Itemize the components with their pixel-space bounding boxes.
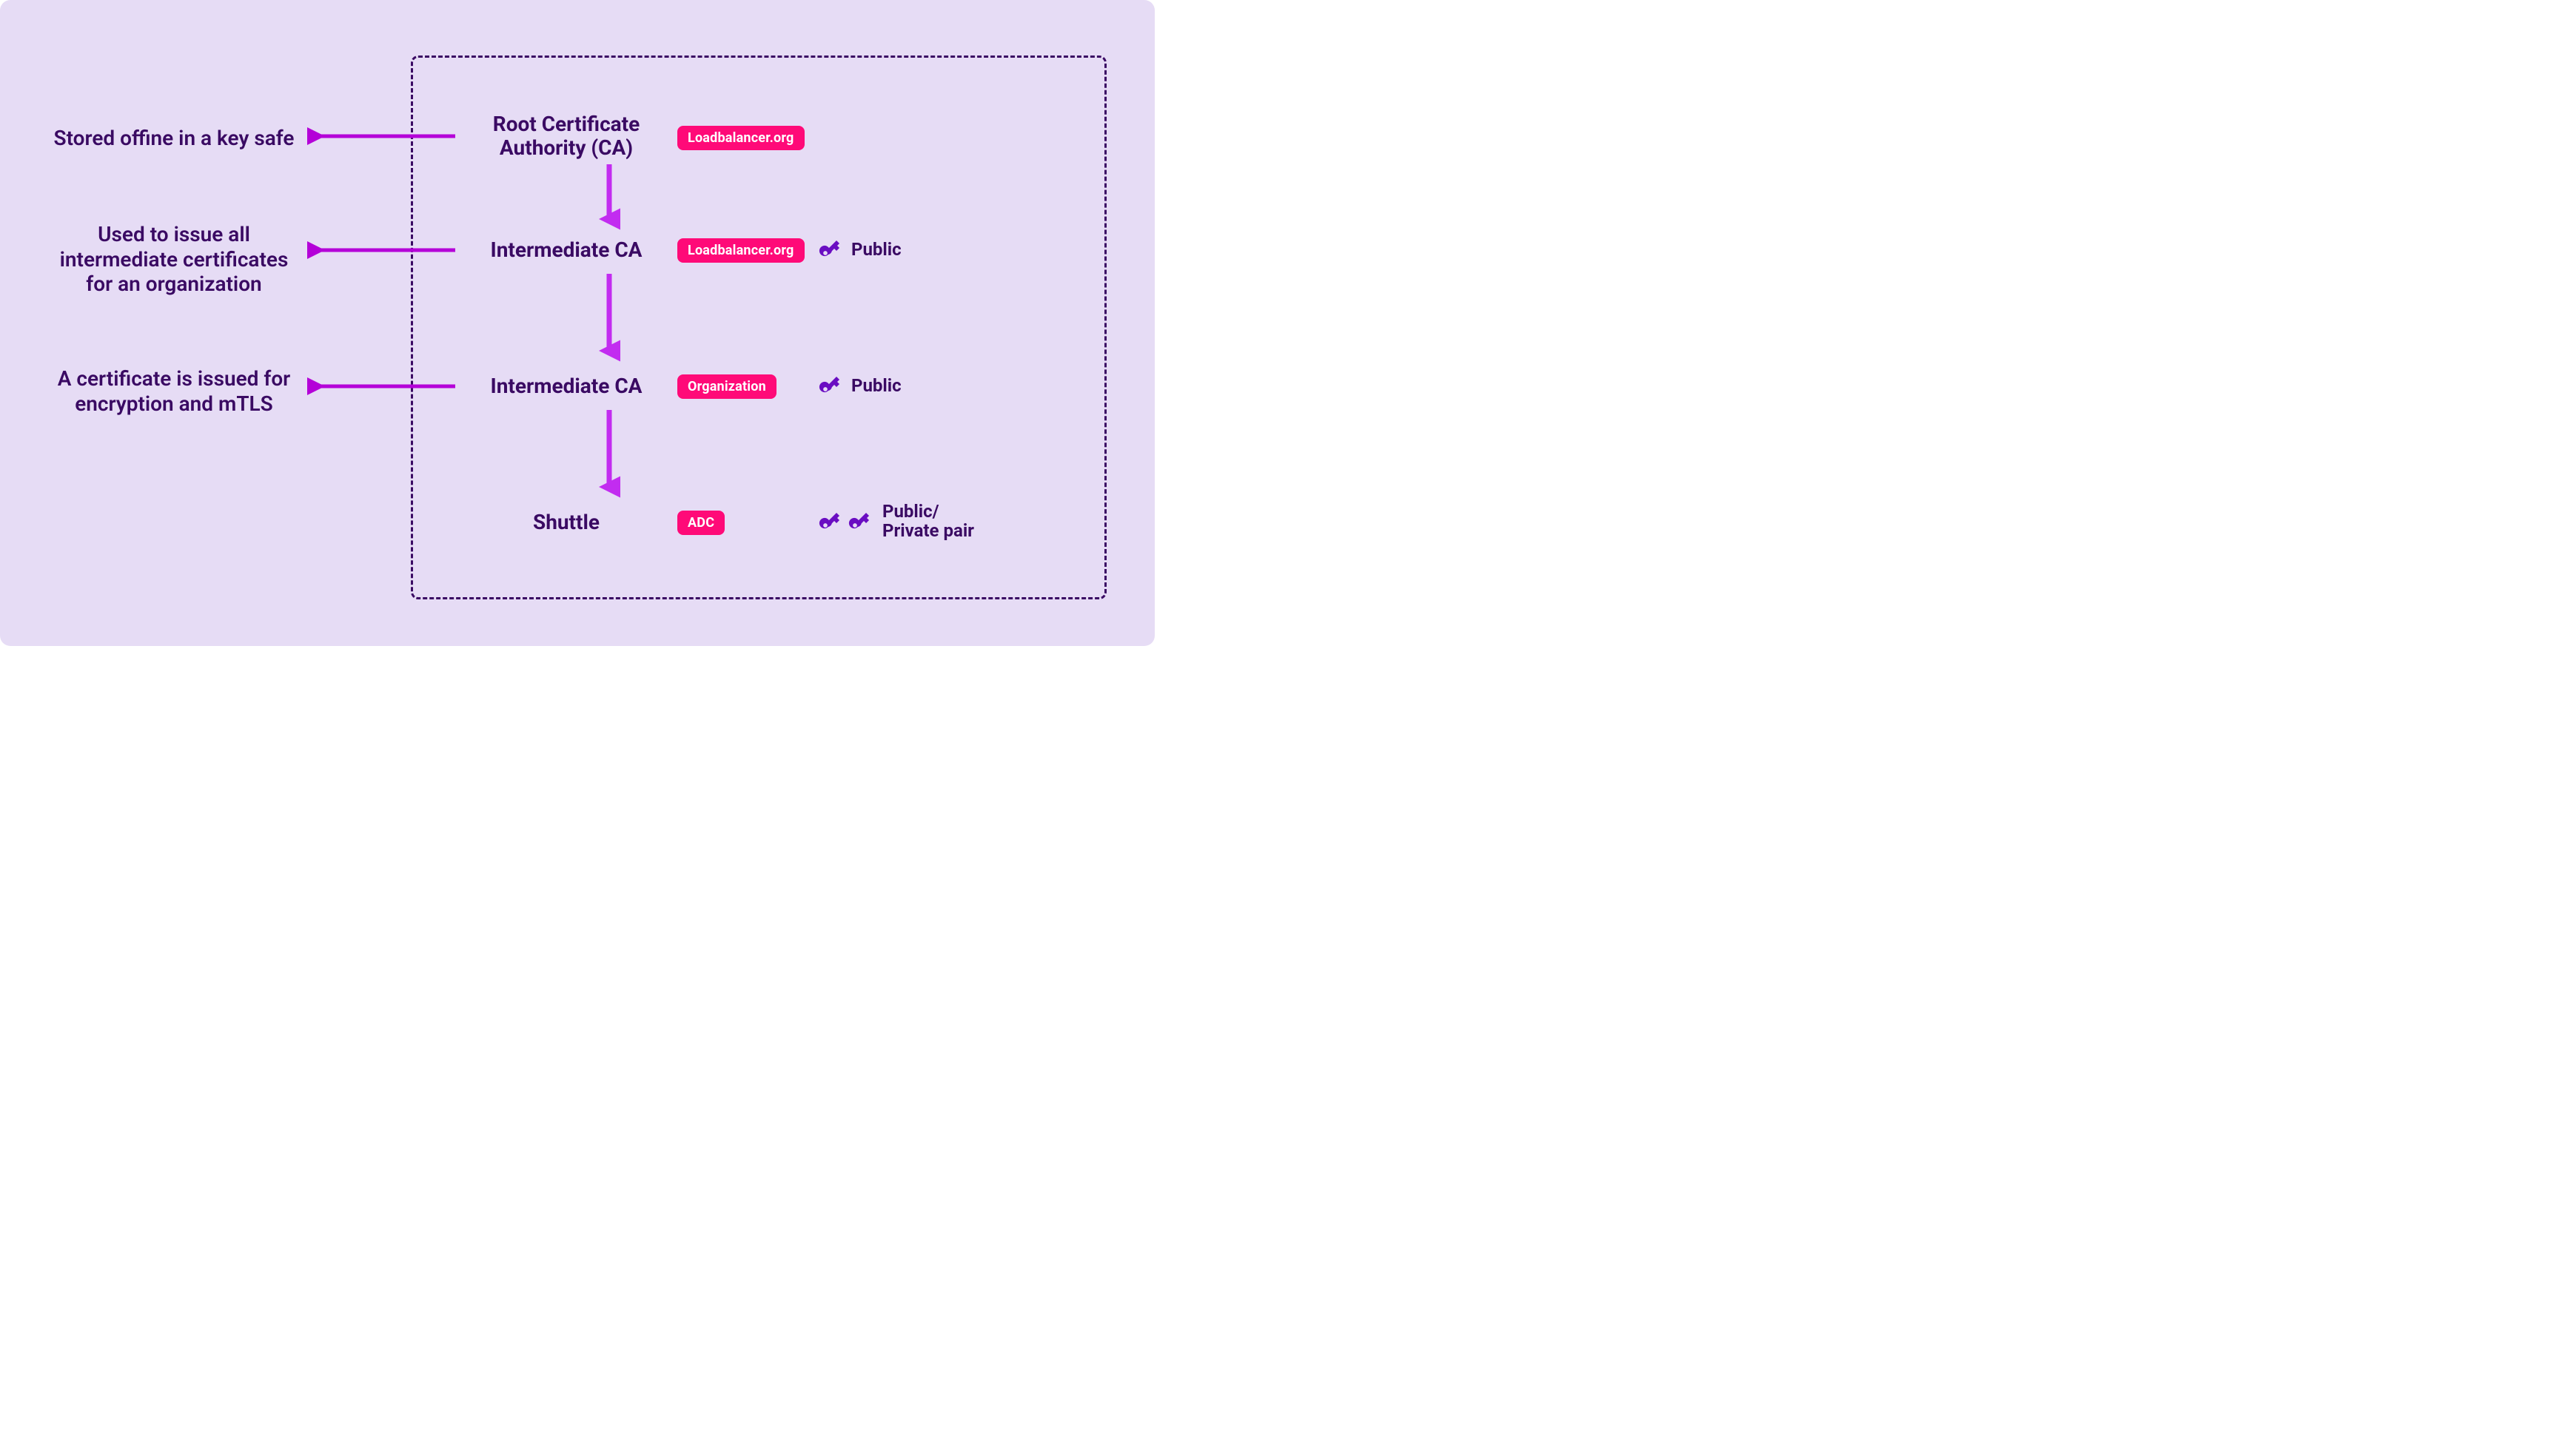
- diagram-canvas: Stored offine in a key safe Used to issu…: [0, 0, 1155, 646]
- shuttle-key-label-line2: Private pair: [882, 520, 974, 541]
- key-icon: [818, 373, 843, 398]
- key-icon: [848, 509, 873, 534]
- arrow-down-1: [598, 164, 620, 231]
- arrow-down-3: [598, 410, 620, 499]
- arrow-left-1: [307, 127, 455, 145]
- desc-intermediate-1: Used to issue all intermediate certifica…: [48, 222, 300, 297]
- root-ca-label-line1: Root Certificate: [493, 112, 640, 136]
- arrow-left-2: [307, 241, 455, 259]
- shuttle-label: Shuttle: [529, 511, 603, 534]
- intermediate-ca-2-label: Intermediate CA: [474, 374, 659, 398]
- desc-intermediate-2: A certificate is issued for encryption a…: [48, 366, 300, 416]
- shuttle-key-label-line1: Public/: [882, 501, 939, 522]
- arrow-down-2: [598, 274, 620, 363]
- desc-root: Stored offine in a key safe: [48, 126, 300, 151]
- intermediate-ca-1-label: Intermediate CA: [474, 238, 659, 262]
- root-ca-badge: Loadbalancer.org: [677, 126, 805, 150]
- intermediate-ca-1-key-label: Public: [851, 240, 902, 259]
- shuttle-key-label: Public/ Private pair: [882, 502, 974, 541]
- shuttle-badge: ADC: [677, 511, 725, 535]
- key-icon: [818, 237, 843, 262]
- arrow-left-3: [307, 377, 455, 395]
- intermediate-ca-1-badge: Loadbalancer.org: [677, 238, 805, 263]
- intermediate-ca-2-key-label: Public: [851, 376, 902, 395]
- root-ca-label: Root Certificate Authority (CA): [481, 112, 651, 160]
- key-icon: [818, 509, 843, 534]
- intermediate-ca-2-badge: Organization: [677, 374, 777, 399]
- root-ca-label-line2: Authority (CA): [500, 135, 633, 160]
